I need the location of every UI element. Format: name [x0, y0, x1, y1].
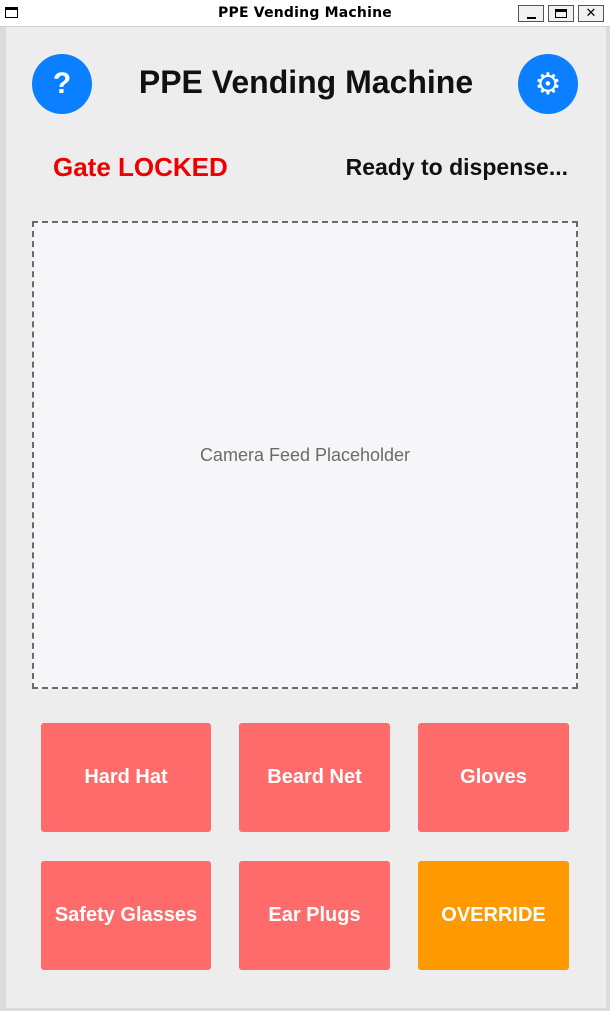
- override-button[interactable]: OVERRIDE: [418, 861, 569, 970]
- close-button[interactable]: ✕: [578, 5, 604, 22]
- title-bar[interactable]: PPE Vending Machine ✕: [0, 0, 610, 27]
- camera-placeholder-label: Camera Feed Placeholder: [199, 444, 411, 465]
- camera-feed: Camera Feed Placeholder: [32, 221, 578, 689]
- ear-plugs-button[interactable]: Ear Plugs: [239, 861, 390, 970]
- main-panel: ? PPE Vending Machine ⚙ Gate LOCKED Read…: [6, 27, 606, 1008]
- app-window: PPE Vending Machine ✕ ? PPE Vending Mach…: [0, 0, 610, 1011]
- dispense-status: Ready to dispense...: [345, 154, 568, 180]
- minimize-button[interactable]: [518, 5, 544, 22]
- maximize-icon: [555, 9, 567, 18]
- hard-hat-button[interactable]: Hard Hat: [41, 723, 211, 832]
- beard-net-button[interactable]: Beard Net: [239, 723, 390, 832]
- gate-status: Gate LOCKED: [53, 152, 228, 182]
- settings-button[interactable]: ⚙: [518, 54, 578, 114]
- minimize-icon: [526, 16, 536, 19]
- page-title: PPE Vending Machine: [138, 64, 474, 100]
- safety-glasses-button[interactable]: Safety Glasses: [41, 861, 211, 970]
- gear-icon: ⚙: [534, 66, 562, 102]
- gloves-button[interactable]: Gloves: [418, 723, 569, 832]
- maximize-button[interactable]: [548, 5, 574, 22]
- close-icon: ✕: [585, 6, 597, 21]
